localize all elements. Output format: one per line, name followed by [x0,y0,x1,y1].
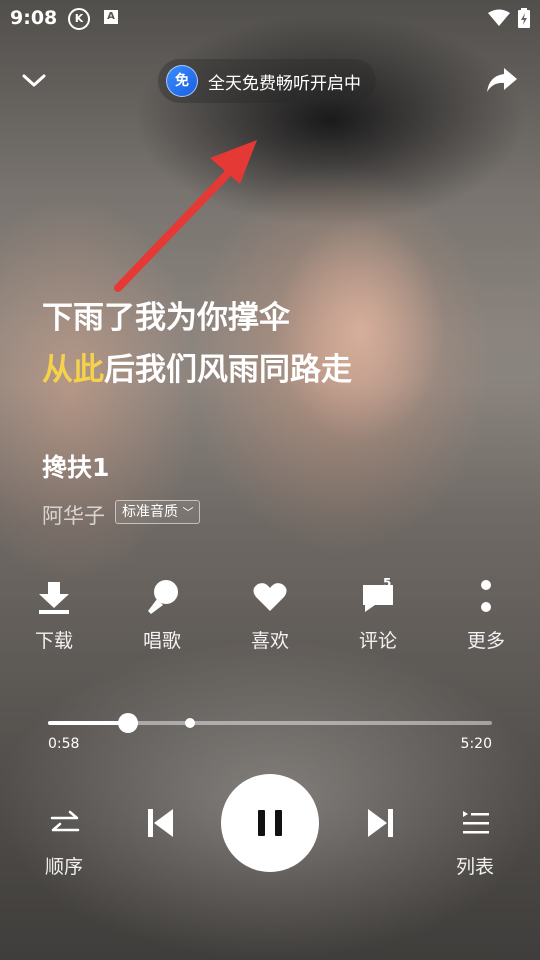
audio-quality-button[interactable]: 标准音质 ﹀ [115,500,201,524]
play-order-label: 顺序 [45,856,84,878]
comment-count-badge: 5 [383,576,392,590]
progress-thumb[interactable] [117,713,138,733]
download-button[interactable]: 下载 [14,578,94,653]
pause-button[interactable] [221,774,319,872]
current-time: 0:58 [48,736,80,752]
playlist-label: 列表 [456,856,495,878]
play-order-icon[interactable] [50,810,80,838]
more-button[interactable]: 更多 [446,578,526,653]
progress-fill [48,721,128,725]
more-label: 更多 [466,630,505,652]
total-time: 5:20 [460,736,492,752]
next-track-icon[interactable] [367,808,393,838]
previous-track-icon[interactable] [148,808,174,838]
lyric-sung-portion: 从此 [42,352,104,388]
like-label: 喜欢 [250,630,289,652]
lyric-unsung-portion: 后我们风雨同路走 [104,352,352,388]
lyric-line-current: 下雨了我为你撑伞 [42,300,290,336]
sing-label: 唱歌 [142,630,181,652]
progress-slider[interactable] [48,713,492,733]
more-vertical-icon [481,580,491,612]
song-title: 搀扶1 [42,453,110,482]
comment-button[interactable]: 5 评论 [338,576,418,653]
microphone-icon [148,580,178,614]
lyric-line-next: 从此后我们风雨同路走 [42,344,352,389]
like-button[interactable]: 喜欢 [230,578,310,653]
download-icon [39,582,69,614]
artist-name[interactable]: 阿华子 [42,500,105,530]
action-row: 下载 唱歌 喜欢 5 评论 更多 [0,576,540,658]
playlist-icon[interactable] [462,810,490,836]
download-label: 下载 [34,630,73,652]
audio-quality-label: 标准音质 [122,504,178,520]
sing-button[interactable]: 唱歌 [122,578,202,653]
pause-icon [258,810,282,836]
chevron-down-icon: ﹀ [182,506,194,519]
comment-label: 评论 [358,630,397,652]
heart-icon [253,583,287,611]
